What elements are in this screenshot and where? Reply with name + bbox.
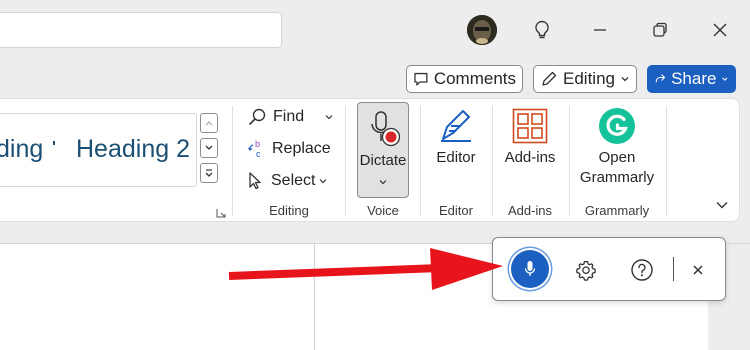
editor-pen-icon (441, 110, 471, 142)
chevron-down-icon (320, 179, 327, 184)
dictation-mic-button[interactable] (511, 250, 549, 288)
group-separator (666, 106, 667, 216)
dictation-close-button[interactable] (692, 263, 704, 281)
chevron-down-icon (205, 145, 213, 150)
addins-button[interactable]: Add-ins (499, 102, 561, 198)
close-icon[interactable] (705, 15, 735, 45)
styles-dialog-launcher-icon[interactable] (216, 205, 226, 223)
open-grammarly-button[interactable]: Open Grammarly (574, 102, 660, 198)
chevron-down-icon (379, 180, 387, 185)
open-grammarly-label-line1: Open (598, 149, 636, 166)
group-separator (569, 106, 570, 216)
close-icon (693, 265, 703, 275)
minimize-icon[interactable] (585, 15, 615, 45)
chevron-down-icon (722, 77, 728, 81)
group-separator (345, 106, 346, 216)
user-avatar[interactable] (467, 15, 497, 45)
editing-mode-label: Editing (563, 69, 615, 88)
find-button[interactable]: Find (247, 107, 334, 127)
more-styles-icon (205, 169, 213, 177)
voice-group-label: Voice (367, 203, 399, 218)
grammarly-logo-icon (599, 108, 635, 144)
cursor-arrow-icon (249, 172, 261, 190)
microphone-icon (524, 261, 536, 276)
replace-button[interactable]: b c Replace (246, 139, 331, 159)
help-icon (631, 259, 653, 281)
avatar-image (467, 15, 497, 45)
gear-icon (576, 260, 596, 281)
toolbar-divider (673, 257, 674, 281)
chevron-down-icon (716, 202, 728, 209)
styles-more-button[interactable] (200, 163, 218, 183)
addins-grid-icon (512, 108, 548, 144)
group-separator (420, 106, 421, 216)
open-grammarly-label-line2: Grammarly (579, 169, 655, 186)
svg-text:c: c (256, 149, 261, 159)
share-button[interactable]: Share (647, 65, 736, 93)
group-separator (492, 106, 493, 216)
chevron-down-icon (325, 115, 333, 120)
dictate-label: Dictate (359, 152, 407, 169)
addins-label: Add-ins (504, 149, 556, 166)
editor-group-label: Editor (439, 203, 473, 218)
comments-label: Comments (433, 69, 516, 88)
styles-scroll-down[interactable] (200, 138, 218, 158)
dictate-mic-icon (371, 111, 400, 147)
ribbon-collapse-button[interactable] (715, 198, 729, 216)
editing-mode-button[interactable]: Editing (533, 65, 637, 93)
chevron-up-icon (205, 121, 213, 126)
search-box[interactable] (0, 12, 282, 48)
styles-scroll-up[interactable] (200, 113, 218, 133)
select-button[interactable]: Select (247, 171, 328, 191)
group-separator (232, 106, 233, 216)
select-label: Select (271, 172, 316, 189)
dictation-help-button[interactable] (630, 258, 654, 287)
comment-icon (414, 72, 428, 86)
addins-group-label: Add-ins (507, 203, 553, 218)
style-separator-mark (53, 141, 55, 145)
pencil-icon (542, 71, 557, 86)
dictation-toolbar (492, 237, 726, 301)
grammarly-group-label: Grammarly (584, 203, 650, 218)
svg-text:b: b (255, 139, 260, 149)
lightbulb-icon[interactable] (527, 15, 557, 45)
restore-icon[interactable] (645, 15, 675, 45)
editor-label: Editor (436, 149, 476, 166)
editor-button[interactable]: Editor (428, 102, 484, 198)
style-heading-2[interactable]: Heading 2 (76, 135, 190, 164)
chevron-down-icon (621, 77, 629, 82)
dictation-settings-button[interactable] (575, 259, 597, 286)
share-label: Share (671, 69, 717, 88)
replace-icon: b c (248, 139, 261, 159)
annotation-arrow-icon (228, 248, 503, 290)
dictate-button[interactable]: Dictate (357, 102, 409, 198)
style-item-partial[interactable]: ding (0, 135, 43, 164)
comments-button[interactable]: Comments (406, 65, 523, 93)
editing-group-label: Editing (269, 203, 309, 218)
find-label: Find (273, 108, 305, 125)
search-icon (248, 108, 266, 126)
share-icon (655, 74, 666, 83)
replace-label: Replace (272, 140, 331, 157)
